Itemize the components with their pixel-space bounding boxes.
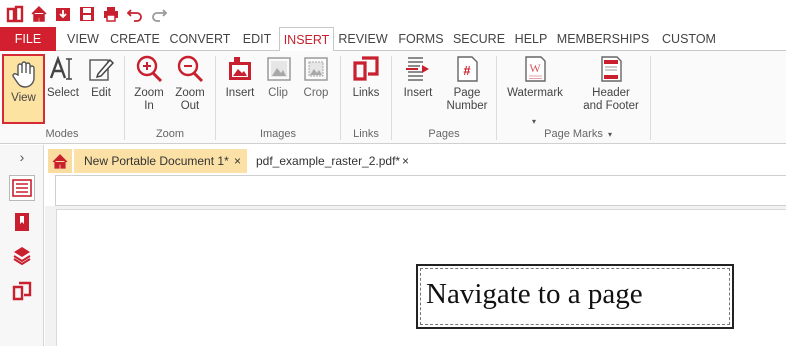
crop-image-button[interactable]: Crop	[300, 54, 332, 100]
expand-panel-icon[interactable]: ›	[9, 148, 35, 166]
hand-icon	[11, 61, 35, 88]
home-icon	[52, 153, 68, 169]
bookmarks-icon[interactable]	[9, 209, 35, 235]
watermark-dropdown-icon[interactable]: ▾	[532, 117, 536, 126]
close-tab-icon[interactable]: ×	[402, 154, 409, 168]
zoom-out-label: Zoom Out	[175, 87, 205, 112]
zoom-group-label: Zoom	[155, 128, 185, 140]
select-mode-button[interactable]: Select	[46, 54, 80, 100]
pages-group-label: Pages	[428, 128, 460, 140]
page-thumbnails-icon[interactable]	[9, 175, 35, 201]
navigate-text-box[interactable]: Navigate to a page	[416, 264, 734, 329]
header-footer-label: Header and Footer	[583, 87, 639, 112]
page-number-button[interactable]: # Page Number	[446, 54, 488, 113]
save-icon[interactable]	[76, 3, 98, 25]
crop-image-icon	[304, 57, 328, 81]
ribbon-separator	[650, 56, 651, 140]
zoom-out-icon	[177, 55, 204, 83]
tab-label: pdf_example_raster_2.pdf*	[256, 154, 401, 168]
close-tab-icon[interactable]: ×	[234, 154, 241, 168]
menu-view[interactable]: VIEW	[60, 27, 106, 51]
menu-create[interactable]: CREATE	[106, 27, 164, 51]
link-panel-icon[interactable]	[9, 278, 35, 304]
view-label: View	[11, 92, 36, 104]
download-icon[interactable]	[52, 3, 74, 25]
watermark-icon: W	[525, 56, 546, 82]
menu-bar: FILE VIEW CREATE CONVERT EDIT INSERT REV…	[0, 27, 786, 52]
clip-image-label: Clip	[268, 87, 288, 99]
images-group-label: Images	[259, 128, 297, 140]
clip-image-icon	[267, 57, 291, 81]
home-icon[interactable]	[28, 3, 50, 25]
quick-access-toolbar	[0, 0, 786, 27]
ribbon-separator	[496, 56, 497, 140]
svg-text:#: #	[463, 63, 471, 78]
link-icon	[353, 56, 379, 81]
watermark-label: Watermark	[507, 87, 563, 99]
page-marks-group-label: Page Marks	[544, 128, 603, 140]
menu-help[interactable]: HELP	[510, 27, 552, 51]
menu-review[interactable]: REVIEW	[336, 27, 390, 51]
links-label: Links	[352, 87, 380, 99]
insert-image-icon	[229, 57, 251, 80]
undo-icon[interactable]	[124, 3, 146, 25]
pencil-icon	[89, 58, 115, 81]
pdf-page[interactable]: Navigate to a page	[56, 209, 786, 346]
links-button[interactable]: Links	[349, 54, 383, 100]
menu-custom[interactable]: CUSTOM	[656, 27, 722, 51]
watermark-button[interactable]: W Watermark	[505, 54, 565, 100]
page-number-label: Page Number	[446, 87, 488, 112]
page-number-icon: #	[457, 56, 478, 82]
menu-edit[interactable]: EDIT	[236, 27, 278, 51]
document-viewport[interactable]: Navigate to a page	[45, 206, 786, 346]
tab-pdf-example-raster[interactable]: pdf_example_raster_2.pdf*	[246, 149, 416, 173]
insert-page-icon	[406, 57, 429, 81]
tab-new-portable-document[interactable]: New Portable Document 1*	[74, 149, 247, 173]
header-footer-icon	[601, 56, 622, 82]
home-tab[interactable]	[48, 149, 72, 173]
insert-image-label: Insert	[225, 87, 255, 99]
view-mode-button[interactable]: View	[2, 54, 45, 124]
insert-page-button[interactable]: Insert	[400, 54, 436, 100]
clip-image-button[interactable]: Clip	[264, 54, 292, 100]
left-sidebar: ›	[0, 145, 44, 346]
zoom-out-button[interactable]: Zoom Out	[172, 54, 208, 113]
zoom-in-label: Zoom In	[134, 87, 164, 112]
insert-page-label: Insert	[403, 87, 433, 99]
edit-mode-button[interactable]: Edit	[84, 54, 118, 100]
document-tab-bar: New Portable Document 1* × pdf_example_r…	[45, 149, 786, 174]
svg-text:W: W	[529, 61, 541, 75]
menu-secure[interactable]: SECURE	[451, 27, 507, 51]
layers-icon[interactable]	[9, 242, 35, 268]
select-label: Select	[47, 87, 79, 99]
menu-insert[interactable]: INSERT	[279, 27, 334, 52]
menu-memberships[interactable]: MEMBERSHIPS	[556, 27, 650, 51]
modes-group-label: Modes	[45, 128, 79, 140]
menu-file[interactable]: FILE	[0, 27, 56, 51]
menu-forms[interactable]: FORMS	[393, 27, 449, 51]
zoom-in-icon	[136, 55, 163, 83]
redo-icon[interactable]	[148, 3, 170, 25]
header-footer-button[interactable]: Header and Footer	[580, 54, 642, 113]
ribbon: View Select Edit Modes Zoom In Zoom Out	[0, 51, 786, 144]
print-icon[interactable]	[100, 3, 122, 25]
crop-image-label: Crop	[303, 87, 329, 99]
document-toolbar	[55, 175, 786, 206]
menu-convert[interactable]: CONVERT	[166, 27, 234, 51]
navigate-text: Navigate to a page	[426, 278, 643, 310]
tab-label: New Portable Document 1*	[84, 154, 229, 168]
zoom-in-button[interactable]: Zoom In	[131, 54, 167, 113]
insert-image-button[interactable]: Insert	[222, 54, 258, 100]
app-logo-icon[interactable]	[4, 3, 26, 25]
text-select-icon	[49, 55, 72, 80]
links-group-label: Links	[353, 128, 379, 140]
edit-label: Edit	[91, 87, 111, 99]
